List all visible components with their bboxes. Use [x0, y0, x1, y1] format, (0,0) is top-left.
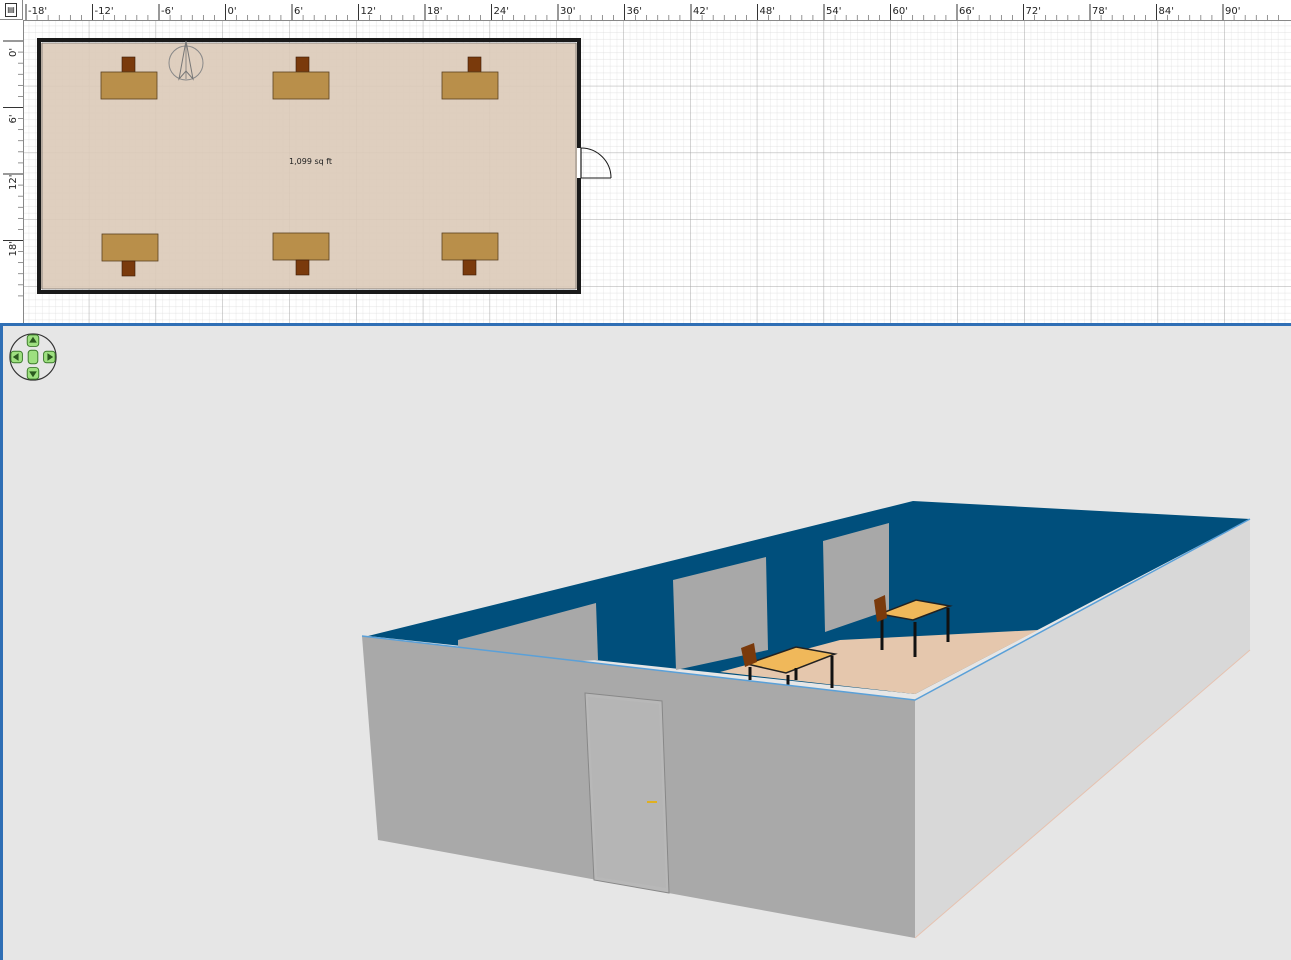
plan-view[interactable]: ▤ -18' -12' -6' 0' 6' 12' 18' 24' 30' 36' 42' 48' 54…: [0, 0, 1291, 323]
plan-canvas[interactable]: 1,099 sq ft: [24, 21, 1291, 323]
vertical-ruler: 0' 6' 12' 18': [0, 20, 24, 323]
3d-view[interactable]: [0, 326, 1291, 960]
ruler-tick-label: 78': [1092, 6, 1107, 17]
ruler-tick-label: 60': [893, 6, 908, 17]
ruler-tick-label: 18': [8, 241, 19, 256]
ruler-tick-label: -12': [95, 6, 114, 17]
ruler-tick-label: 54': [826, 6, 841, 17]
ruler-tick-label: 30': [560, 6, 575, 17]
ruler-tick-label: 12': [361, 6, 376, 17]
ruler-tick-label: 48': [760, 6, 775, 17]
ruler-corner: ▤: [0, 0, 23, 20]
chair[interactable]: [295, 56, 310, 73]
ruler-tick-label: 6': [294, 6, 303, 17]
navigation-arrows-icon[interactable]: [8, 332, 58, 382]
chair[interactable]: [295, 259, 310, 276]
ruler-tick-label: 0': [228, 6, 237, 17]
chair[interactable]: [467, 56, 482, 73]
chair[interactable]: [121, 56, 136, 73]
table[interactable]: [272, 71, 330, 100]
table[interactable]: [272, 232, 330, 261]
ruler-tick-label: 42': [693, 6, 708, 17]
ruler-tick-label: 0': [8, 48, 19, 57]
nav-zoom-icon[interactable]: [27, 349, 39, 365]
table[interactable]: [441, 232, 499, 261]
ruler-tick-label: 66': [959, 6, 974, 17]
table[interactable]: [100, 71, 158, 100]
table[interactable]: [441, 71, 499, 100]
horizontal-ruler-ticks: -18' -12' -6' 0' 6' 12' 18' 24' 30' 36' 42' 48' 54' 6…: [25, 4, 1279, 20]
table[interactable]: [101, 233, 159, 262]
ruler-tick-label: 72': [1026, 6, 1041, 17]
chair[interactable]: [462, 259, 477, 276]
vertical-ruler-ticks: 0' 6' 12' 18': [3, 40, 23, 297]
ruler-tick-label: -18': [28, 6, 47, 17]
ruler-tick-label: 12': [8, 175, 19, 190]
plan-drawing[interactable]: 1,099 sq ft: [24, 21, 1291, 323]
horizontal-ruler: -18' -12' -6' 0' 6' 12' 18' 24' 30' 36' 42' 48' 54' 6…: [23, 0, 1291, 21]
room-area-label: 1,099 sq ft: [289, 157, 332, 166]
3d-scene[interactable]: [3, 326, 1291, 960]
ruler-tick-label: 84': [1159, 6, 1174, 17]
ruler-unit-icon: ▤: [5, 3, 17, 17]
ruler-tick-label: 24': [494, 6, 509, 17]
chair[interactable]: [121, 260, 136, 277]
ruler-tick-label: -6': [161, 6, 174, 17]
ruler-tick-label: 6': [8, 114, 19, 123]
door-3d[interactable]: [584, 692, 670, 894]
ruler-tick-label: 90': [1225, 6, 1240, 17]
ruler-tick-label: 18': [427, 6, 442, 17]
ruler-tick-label: 36': [627, 6, 642, 17]
